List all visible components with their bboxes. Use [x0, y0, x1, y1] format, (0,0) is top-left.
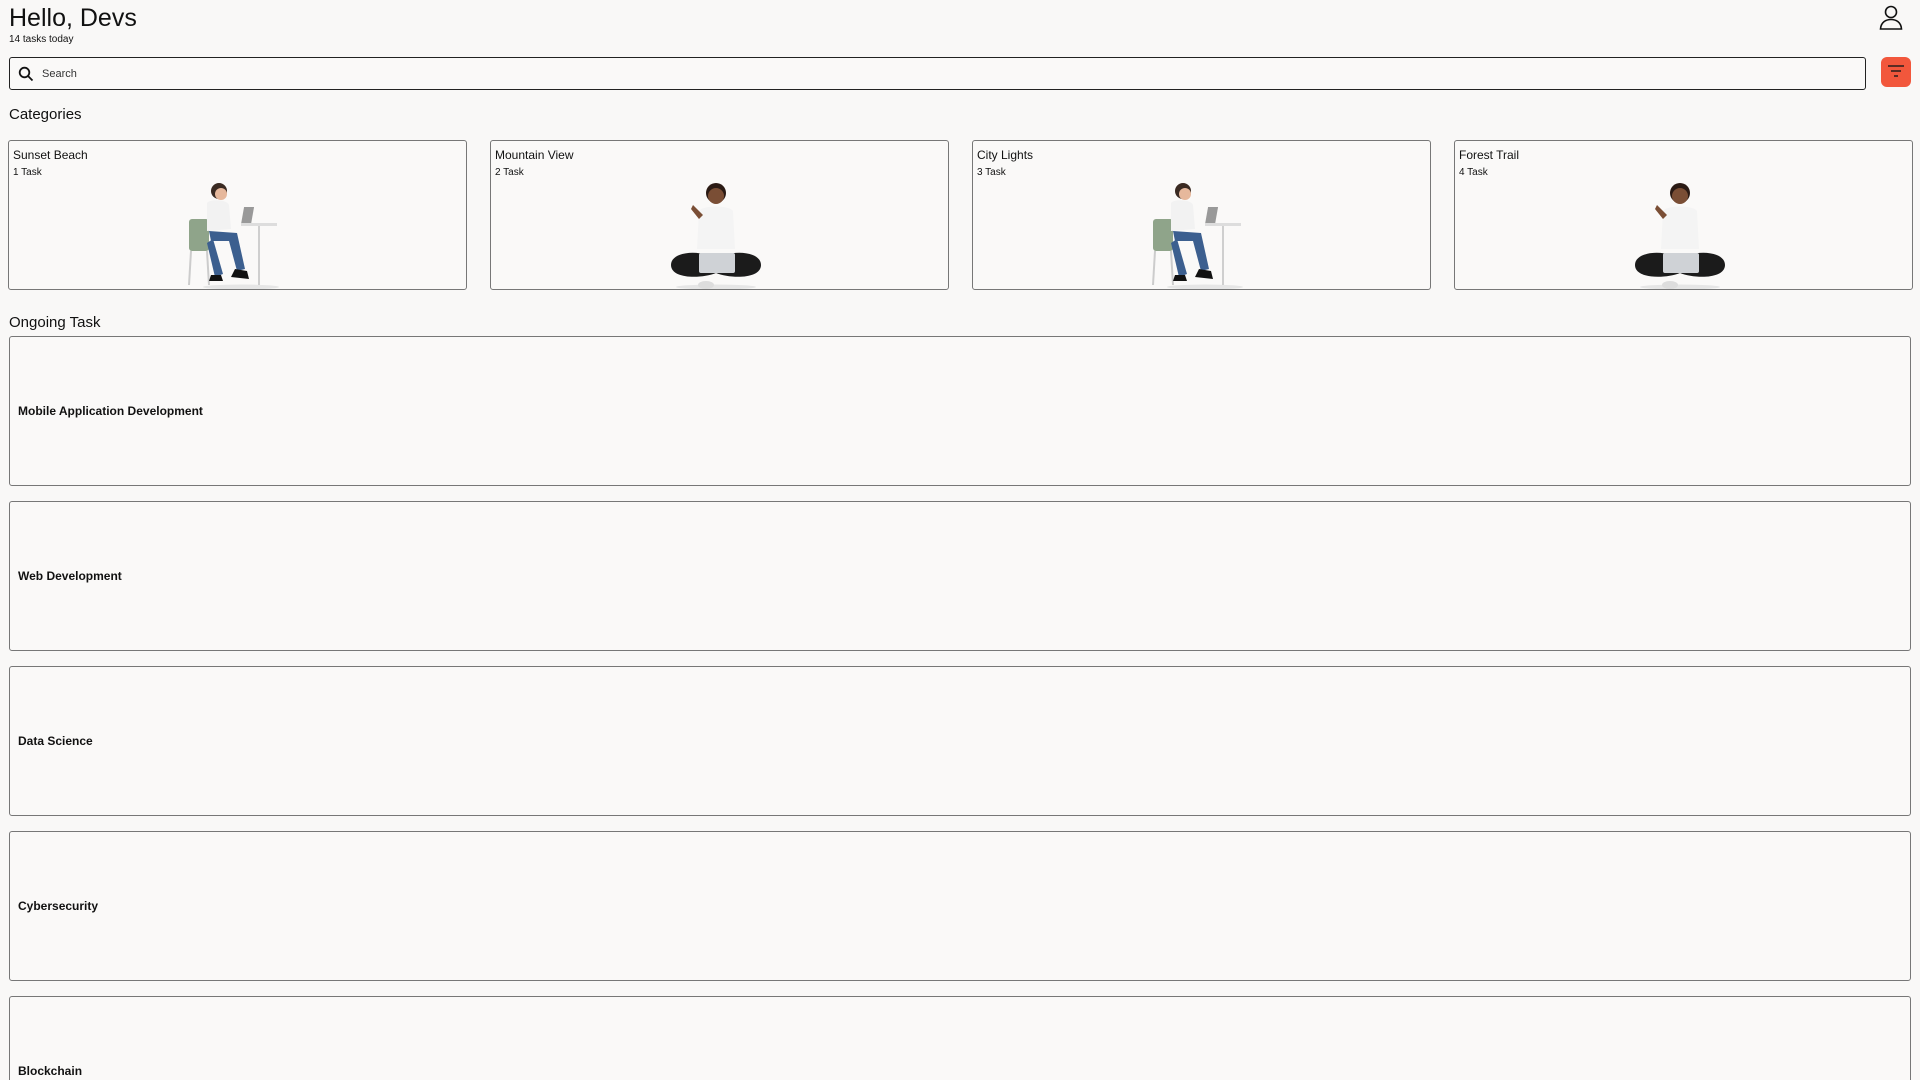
category-task-count: 4 Task [1459, 167, 1488, 178]
category-title: Forest Trail [1459, 148, 1520, 162]
ongoing-task-card[interactable]: Web Development [9, 501, 1911, 651]
ongoing-task-card[interactable]: Data Science [9, 666, 1911, 816]
filter-icon [1887, 64, 1905, 81]
task-name: Mobile Application Development [18, 404, 203, 418]
person-sitting-illustration [671, 183, 761, 289]
category-title: Mountain View [495, 148, 574, 162]
category-task-count: 1 Task [13, 167, 42, 178]
category-card-forest-trail[interactable]: Forest Trail 4 Task [1454, 140, 1913, 290]
categories-list: Sunset Beach 1 Task Mountain View 2 Task [8, 140, 1913, 290]
categories-heading: Categories [9, 106, 82, 123]
page-header: Hello, Devs 14 tasks today [9, 3, 137, 46]
ongoing-task-heading: Ongoing Task [9, 314, 101, 331]
category-title: Sunset Beach [13, 148, 88, 162]
category-task-count: 3 Task [977, 167, 1006, 178]
category-card-sunset-beach[interactable]: Sunset Beach 1 Task [8, 140, 467, 290]
task-name: Cybersecurity [18, 899, 99, 913]
person-at-desk-illustration [188, 183, 279, 289]
greeting-title: Hello, Devs [9, 4, 137, 32]
task-name: Data Science [18, 734, 93, 748]
person-sitting-illustration [1635, 183, 1725, 289]
user-icon[interactable] [1878, 4, 1904, 30]
ongoing-task-card[interactable]: Cybersecurity [9, 831, 1911, 981]
tasks-today-count: 14 tasks today [9, 34, 74, 45]
search-bar[interactable] [9, 57, 1866, 90]
task-name: Web Development [18, 569, 122, 583]
person-at-desk-illustration [1152, 183, 1243, 289]
task-name: Blockchain [18, 1064, 83, 1078]
category-task-count: 2 Task [495, 167, 524, 178]
ongoing-task-card[interactable]: Blockchain [9, 996, 1911, 1080]
filter-button[interactable] [1881, 57, 1911, 87]
search-input[interactable] [42, 67, 1865, 80]
ongoing-task-card[interactable]: Mobile Application Development [9, 336, 1911, 486]
category-card-mountain-view[interactable]: Mountain View 2 Task [490, 140, 949, 290]
category-title: City Lights [977, 148, 1034, 162]
category-card-city-lights[interactable]: City Lights 3 Task [972, 140, 1431, 290]
search-icon [18, 66, 34, 82]
